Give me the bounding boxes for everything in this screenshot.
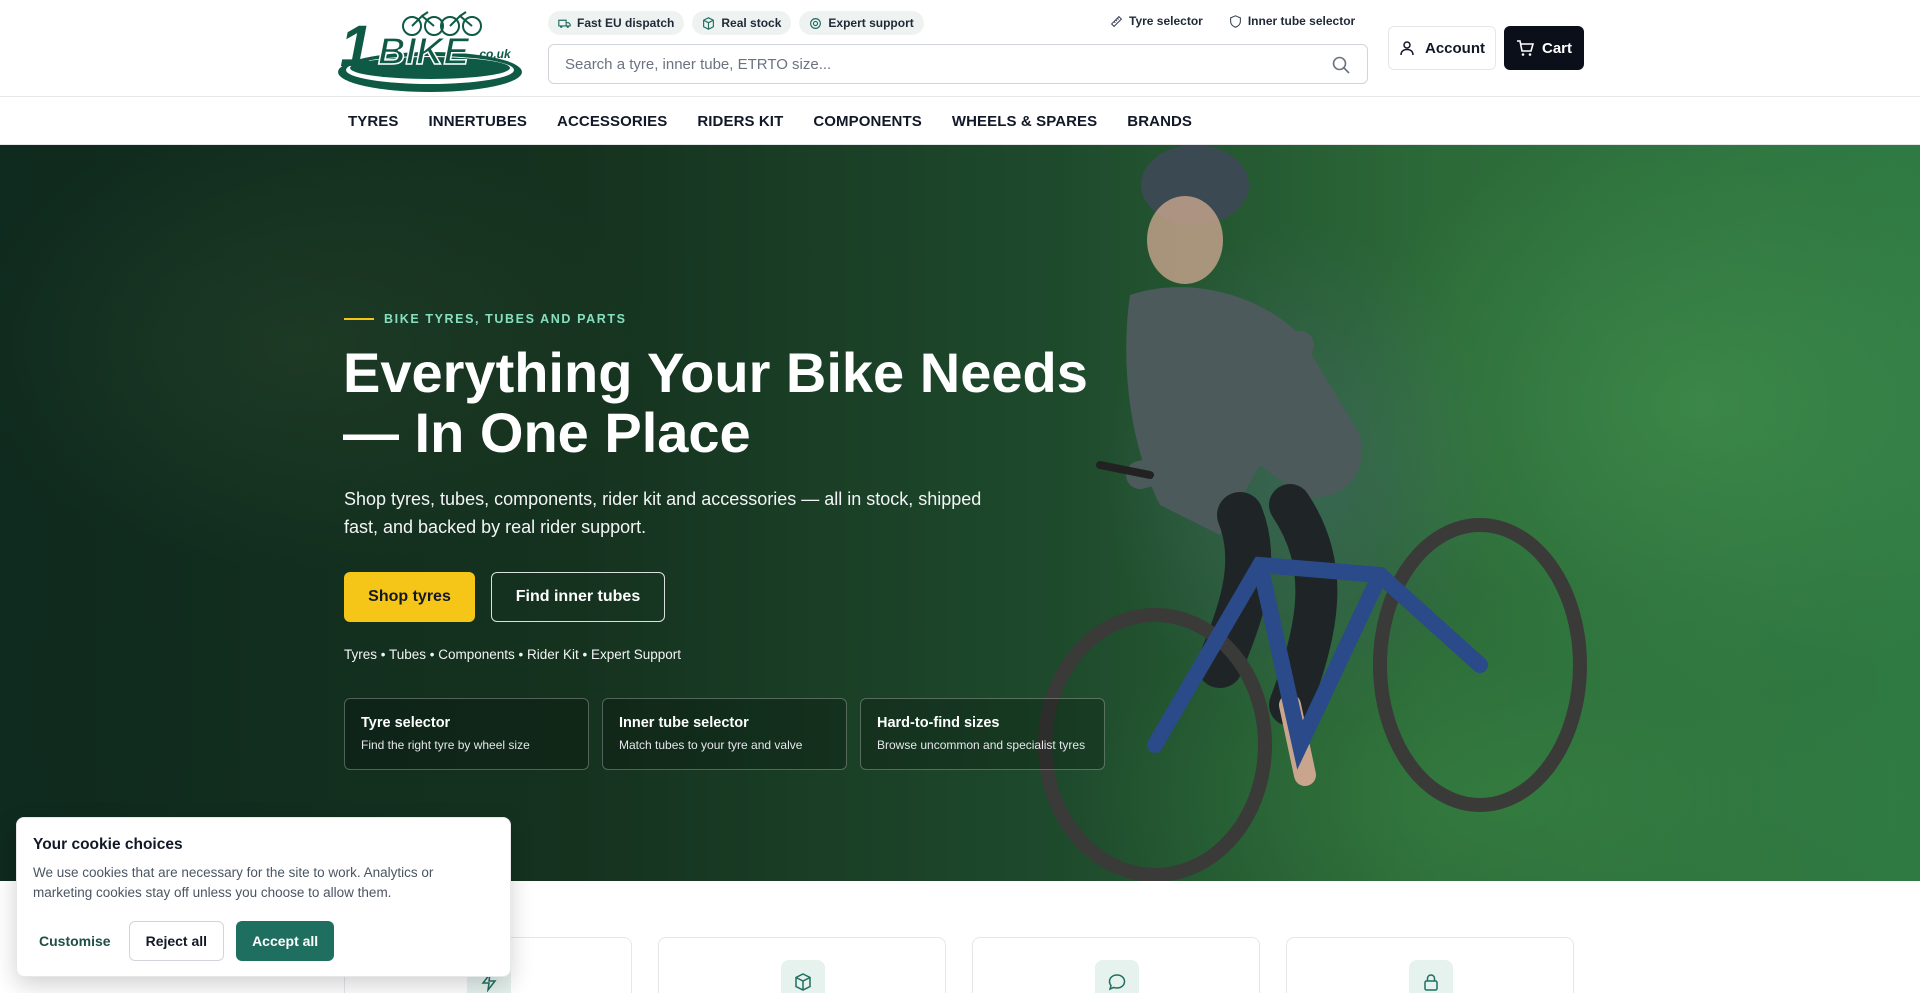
svg-text:1: 1 — [340, 14, 372, 79]
inner-tube-selector-link[interactable]: Inner tube selector — [1229, 14, 1355, 28]
nav-item-tyres[interactable]: TYRES — [348, 113, 399, 130]
card-tyre-selector[interactable]: Tyre selector Find the right tyre by whe… — [344, 698, 589, 770]
hero-eyebrow: BIKE TYRES, TUBES AND PARTS — [344, 312, 627, 326]
inner-tube-selector-label: Inner tube selector — [1247, 14, 1356, 28]
cookie-title: Your cookie choices — [33, 836, 183, 853]
search-icon[interactable] — [1331, 55, 1351, 75]
hero-subtitle: Shop tyres, tubes, components, rider kit… — [344, 489, 982, 537]
nav-item-innertubes[interactable]: INNERTUBES — [429, 113, 528, 130]
user-icon — [1400, 41, 1414, 56]
card-title: Tyre selector — [361, 715, 451, 731]
badge-label: Real stock — [721, 16, 782, 30]
card-hard-to-find-sizes[interactable]: Hard-to-find sizes Browse uncommon and s… — [860, 698, 1105, 770]
lock-icon — [1424, 974, 1438, 991]
shop-tyres-button[interactable]: Shop tyres — [344, 572, 475, 622]
card-title: Inner tube selector — [619, 715, 749, 731]
utility-links: Tyre selector Inner tube selector — [1110, 14, 1355, 28]
chat-icon — [1108, 974, 1126, 991]
site-logo[interactable]: 1 BIKE .co.uk — [338, 4, 526, 94]
feature-icon-wrap — [1095, 960, 1139, 993]
box-icon — [703, 16, 715, 30]
cart-icon — [1516, 40, 1534, 56]
trust-badges: Fast EU dispatch Real stock Expert suppo… — [548, 11, 924, 35]
cart-button[interactable]: Cart — [1504, 26, 1584, 70]
shield-icon — [1229, 14, 1241, 28]
cart-label: Cart — [1541, 39, 1572, 57]
hero-title: Everything Your Bike Needs — In One Plac… — [343, 343, 1143, 463]
cookie-banner: Your cookie choices We use cookies that … — [16, 817, 511, 977]
card-inner-tube-selector[interactable]: Inner tube selector Match tubes to your … — [602, 698, 847, 770]
box-icon — [795, 973, 811, 991]
hero-title-line2: — In One Place — [343, 401, 751, 464]
nav-item-components[interactable]: COMPONENTS — [813, 113, 922, 130]
hero-quick-links: Tyre selector Find the right tyre by whe… — [344, 698, 1105, 770]
nav-item-wheels-spares[interactable]: WHEELS & SPARES — [952, 113, 1097, 130]
eyebrow-accent-line — [344, 318, 374, 320]
feature-icon-wrap — [781, 960, 825, 993]
card-description: Match tubes to your tyre and valve — [619, 738, 803, 752]
tyre-selector-link[interactable]: Tyre selector — [1110, 14, 1203, 28]
account-button[interactable]: Account — [1388, 26, 1496, 70]
card-description: Browse uncommon and specialist tyres — [877, 738, 1086, 752]
nav-item-brands[interactable]: BRANDS — [1127, 113, 1192, 130]
accept-all-button[interactable]: Accept all — [236, 921, 335, 961]
site-header: 1 BIKE .co.uk Fast EU dispatch Real stoc… — [0, 0, 1920, 97]
main-nav: TYRES INNERTUBES ACCESSORIES RIDERS KIT … — [0, 97, 1920, 145]
badge-label: Fast EU dispatch — [577, 16, 675, 30]
reject-all-button[interactable]: Reject all — [128, 921, 225, 961]
feature-icon-wrap — [1409, 960, 1453, 993]
tyre-selector-label: Tyre selector — [1129, 14, 1203, 28]
feature-card — [1286, 937, 1574, 993]
cookie-description: We use cookies that are necessary for th… — [33, 865, 434, 900]
badge-expert-support: Expert support — [799, 11, 924, 35]
cookie-actions: Customise Reject all Accept all — [33, 921, 335, 961]
eyebrow-text: BIKE TYRES, TUBES AND PARTS — [384, 312, 627, 326]
ruler-icon — [1110, 15, 1123, 27]
feature-card — [972, 937, 1260, 993]
card-description: Find the right tyre by wheel size — [361, 738, 530, 752]
hero-title-line1: Everything Your Bike Needs — [343, 341, 1088, 404]
hero-cyclist-image — [1038, 145, 1587, 881]
badge-real-stock: Real stock — [692, 11, 792, 35]
nav-item-riders-kit[interactable]: RIDERS KIT — [697, 113, 783, 130]
search-input[interactable] — [549, 45, 1309, 83]
hero-categories: Tyres • Tubes • Components • Rider Kit •… — [344, 647, 682, 662]
truck-icon — [558, 19, 571, 28]
logo-graphic: 1 BIKE .co.uk — [338, 11, 522, 92]
feature-card — [658, 937, 946, 993]
support-icon — [810, 17, 822, 29]
find-inner-tubes-button[interactable]: Find inner tubes — [491, 572, 665, 622]
customise-cookies-button[interactable]: Customise — [33, 921, 117, 961]
feature-row — [344, 937, 1574, 993]
badge-fast-dispatch: Fast EU dispatch — [548, 11, 685, 35]
svg-text:BIKE: BIKE — [378, 31, 470, 73]
svg-text:.co.uk: .co.uk — [476, 47, 512, 61]
hero-section: BIKE TYRES, TUBES AND PARTS Everything Y… — [0, 145, 1920, 881]
account-label: Account — [1425, 39, 1485, 57]
badge-label: Expert support — [828, 16, 914, 30]
card-title: Hard-to-find sizes — [877, 715, 1000, 731]
nav-item-accessories[interactable]: ACCESSORIES — [557, 113, 667, 130]
search-bar — [548, 44, 1368, 84]
page-scrollbar[interactable] — [1912, 0, 1920, 993]
